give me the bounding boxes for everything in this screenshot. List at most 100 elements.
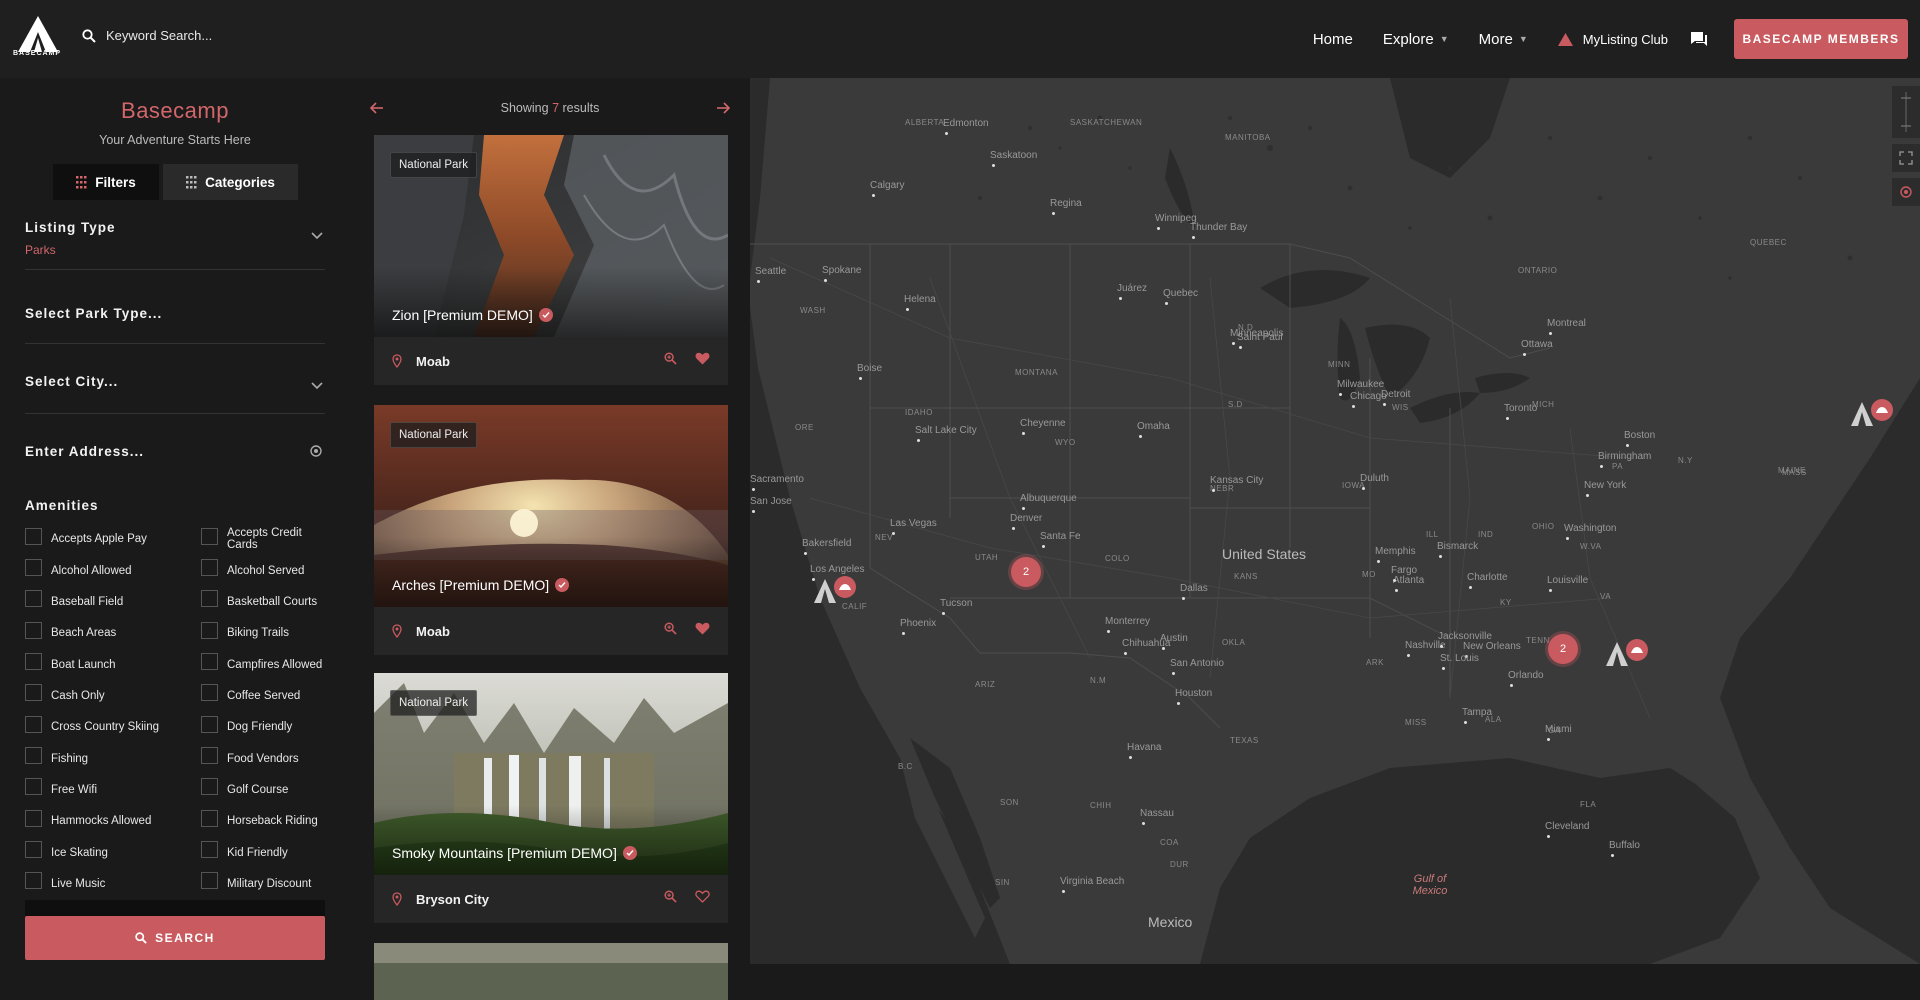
amenity-checkbox[interactable]	[25, 621, 42, 639]
map-cluster[interactable]: 2	[1548, 634, 1578, 664]
amenity-item[interactable]: Golf Course	[201, 775, 325, 806]
nav-more[interactable]: More ▼	[1479, 31, 1528, 48]
city-dot	[804, 552, 807, 555]
amenity-item[interactable]: Beach Areas	[25, 618, 201, 649]
locate-button[interactable]	[1892, 178, 1920, 206]
listing-marker[interactable]	[1602, 638, 1652, 670]
listing-title[interactable]: Zion [Premium DEMO]	[392, 307, 553, 323]
listing-card[interactable]: National Park Arches [Premium DEMO] Moab	[374, 405, 728, 655]
amenity-checkbox[interactable]	[201, 527, 218, 545]
keyword-search-input[interactable]	[106, 28, 346, 43]
map-view[interactable]: United States Mexico Gulf of Mexico WASH…	[750, 78, 1920, 964]
mylisting-club-link[interactable]: MyListing Club	[1557, 32, 1668, 47]
amenity-item[interactable]: Alcohol Served	[201, 555, 325, 586]
city-select[interactable]: Select City...	[25, 374, 325, 414]
map-zoom-control[interactable]	[1892, 86, 1920, 138]
search-icon	[82, 28, 96, 43]
listing-type-select[interactable]: Listing Type Parks	[25, 220, 325, 270]
amenity-checkbox[interactable]	[25, 778, 42, 796]
heart-icon[interactable]	[695, 352, 710, 365]
zoom-icon[interactable]	[664, 352, 677, 365]
listing-marker[interactable]	[1847, 398, 1897, 430]
amenity-checkbox[interactable]	[201, 778, 218, 796]
amenity-checkbox[interactable]	[201, 621, 218, 639]
amenity-checkbox[interactable]	[25, 653, 42, 671]
amenity-item[interactable]: Coffee Served	[201, 681, 325, 712]
category-badge[interactable]: National Park	[390, 690, 478, 716]
amenity-checkbox[interactable]	[201, 653, 218, 671]
amenity-checkbox[interactable]	[201, 809, 218, 827]
amenity-checkbox[interactable]	[25, 872, 42, 890]
nav-home[interactable]: Home	[1313, 31, 1353, 48]
amenity-label: Campfires Allowed	[227, 658, 323, 671]
amenity-item[interactable]: Food Vendors	[201, 743, 325, 774]
amenity-item[interactable]: Accepts Apple Pay	[25, 524, 201, 555]
amenity-item[interactable]: Fishing	[25, 743, 201, 774]
amenity-checkbox[interactable]	[201, 747, 218, 765]
listing-card[interactable]: National Park Smoky Mountains [Premium D…	[374, 673, 728, 923]
category-badge[interactable]: National Park	[390, 152, 478, 178]
listing-card-partial[interactable]	[374, 943, 728, 1000]
amenity-item[interactable]: Cross Country Skiing	[25, 712, 201, 743]
amenity-checkbox[interactable]	[25, 527, 42, 545]
zoom-icon[interactable]	[664, 890, 677, 903]
amenity-checkbox[interactable]	[25, 590, 42, 608]
listing-title[interactable]: Arches [Premium DEMO]	[392, 577, 570, 593]
amenity-item[interactable]: Dog Friendly	[201, 712, 325, 743]
category-badge[interactable]: National Park	[390, 422, 478, 448]
amenity-checkbox[interactable]	[25, 841, 42, 859]
amenity-item[interactable]: Biking Trails	[201, 618, 325, 649]
city-label: Bismarck	[1437, 541, 1479, 552]
amenity-checkbox[interactable]	[25, 559, 42, 577]
search-button[interactable]: SEARCH	[25, 916, 325, 960]
heart-outline-icon[interactable]	[695, 890, 710, 903]
zoom-icon[interactable]	[664, 622, 677, 635]
listing-card[interactable]: National Park Zion [Premium DEMO] Moab	[374, 135, 728, 385]
arrow-left-icon[interactable]	[370, 102, 384, 114]
amenity-item[interactable]: Military Discount	[201, 869, 325, 900]
map-cluster[interactable]: 2	[1011, 557, 1041, 587]
heart-icon[interactable]	[695, 622, 710, 635]
amenity-item[interactable]: Accepts Credit Cards	[201, 524, 325, 555]
city-label: Dallas	[1180, 583, 1208, 594]
amenity-item[interactable]: Baseball Field	[25, 587, 201, 618]
amenity-item[interactable]: Campfires Allowed	[201, 649, 325, 680]
amenity-checkbox[interactable]	[201, 559, 218, 577]
amenity-item[interactable]: Basketball Courts	[201, 587, 325, 618]
amenity-item[interactable]: Cash Only	[25, 681, 201, 712]
amenity-item[interactable]: Ice Skating	[25, 837, 201, 868]
amenity-checkbox[interactable]	[201, 841, 218, 859]
amenity-item[interactable]: Hammocks Allowed	[25, 806, 201, 837]
nav-explore[interactable]: Explore ▼	[1383, 31, 1449, 48]
arrow-right-icon[interactable]	[716, 102, 730, 114]
amenity-item[interactable]: Kid Friendly	[201, 837, 325, 868]
amenity-checkbox[interactable]	[25, 809, 42, 827]
listing-marker[interactable]	[810, 575, 860, 607]
amenity-item[interactable]: Alcohol Allowed	[25, 555, 201, 586]
amenity-checkbox[interactable]	[25, 747, 42, 765]
amenity-item[interactable]: Free Wifi	[25, 775, 201, 806]
park-type-select[interactable]: Select Park Type...	[25, 306, 325, 344]
tab-categories[interactable]: Categories	[163, 164, 298, 200]
amenity-item[interactable]: Horseback Riding	[201, 806, 325, 837]
amenity-checkbox[interactable]	[201, 715, 218, 733]
city-dot	[1119, 297, 1122, 300]
amenity-checkbox[interactable]	[201, 684, 218, 702]
amenity-checkbox[interactable]	[25, 684, 42, 702]
amenity-checkbox[interactable]	[201, 590, 218, 608]
amenity-item[interactable]: Live Music	[25, 869, 201, 900]
amenity-item[interactable]: Boat Launch	[25, 649, 201, 680]
basecamp-members-button[interactable]: BASECAMP MEMBERS	[1734, 19, 1908, 59]
chat-icon[interactable]	[1690, 31, 1708, 47]
listing-title[interactable]: Smoky Mountains [Premium DEMO]	[392, 845, 637, 861]
amenity-checkbox[interactable]	[25, 715, 42, 733]
city-label: Las Vegas	[890, 518, 937, 529]
amenity-checkbox[interactable]	[201, 872, 218, 890]
listing-location[interactable]: Moab	[416, 624, 450, 639]
locate-icon[interactable]	[309, 444, 323, 458]
listing-location[interactable]: Bryson City	[416, 892, 489, 907]
tab-filters[interactable]: Filters	[53, 164, 159, 200]
address-field[interactable]: Enter Address...	[25, 444, 325, 480]
fullscreen-button[interactable]	[1892, 144, 1920, 172]
listing-location[interactable]: Moab	[416, 354, 450, 369]
